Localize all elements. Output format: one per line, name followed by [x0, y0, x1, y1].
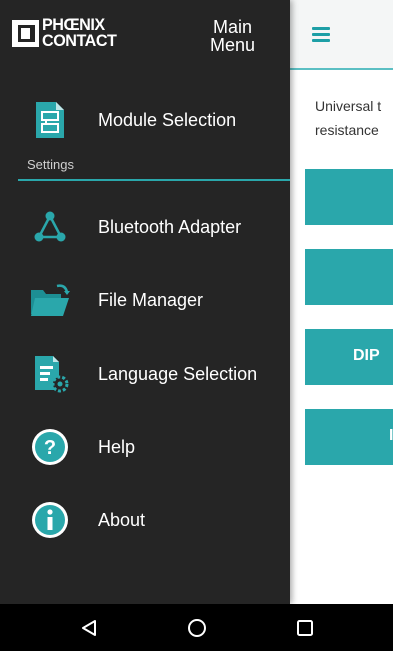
- drawer-title: Main Menu: [210, 18, 255, 54]
- navigation-drawer: PHŒNIX CONTACT Main Menu Module Selectio…: [0, 0, 290, 604]
- app-button-4-label: I: [389, 427, 393, 444]
- app-button-2[interactable]: [305, 249, 393, 305]
- info-icon: [28, 498, 72, 542]
- menu-item-label: Bluetooth Adapter: [98, 216, 242, 237]
- back-icon[interactable]: [77, 616, 101, 640]
- screen: Universal t resistance DIP I PHŒNIX CONT…: [0, 0, 393, 651]
- logo-mark-icon: [12, 19, 39, 47]
- drawer-title-line1: Main: [212, 17, 252, 37]
- svg-text:?: ?: [44, 437, 56, 459]
- logo-text: PHŒNIX CONTACT: [42, 16, 117, 50]
- folder-icon: [28, 278, 72, 322]
- menu-item-label: Language Selection: [98, 363, 258, 384]
- app-description-line1: Universal t: [315, 98, 382, 114]
- app-button-4[interactable]: I: [305, 409, 393, 465]
- menu-item-help[interactable]: ? Help: [0, 417, 290, 477]
- menu-item-bluetooth-adapter[interactable]: Bluetooth Adapter: [0, 197, 290, 257]
- app-description-line2: resistance: [315, 122, 379, 138]
- settings-section-label: Settings: [27, 157, 74, 172]
- app-button-1[interactable]: [305, 169, 393, 225]
- menu-item-module-selection[interactable]: Module Selection: [0, 90, 290, 150]
- bluetooth-adapter-icon: [28, 205, 72, 249]
- drawer-title-line2: Menu: [209, 35, 255, 55]
- menu-item-language-selection[interactable]: Language Selection: [0, 344, 290, 404]
- section-divider: [18, 179, 290, 181]
- module-icon: [28, 98, 72, 142]
- drawer-header: PHŒNIX CONTACT Main Menu: [0, 0, 290, 70]
- app-toolbar: [290, 0, 393, 70]
- menu-item-file-manager[interactable]: File Manager: [0, 270, 290, 330]
- phoenix-contact-logo: PHŒNIX CONTACT: [12, 16, 120, 50]
- menu-item-label: File Manager: [98, 289, 204, 310]
- logo-line2: CONTACT: [42, 31, 117, 50]
- menu-item-label: About: [98, 509, 146, 530]
- menu-item-label: Help: [98, 436, 136, 457]
- language-selection-icon: [28, 352, 72, 396]
- home-icon[interactable]: [185, 616, 209, 640]
- system-navigation-bar: [0, 604, 393, 651]
- help-icon: ?: [28, 425, 72, 469]
- recents-icon[interactable]: [293, 616, 317, 640]
- app-description: Universal t resistance: [315, 94, 393, 142]
- app-button-dip-label: DIP: [353, 347, 380, 364]
- app-button-dip[interactable]: DIP: [305, 329, 393, 385]
- menu-item-label: Module Selection: [98, 109, 237, 130]
- menu-item-about[interactable]: About: [0, 490, 290, 550]
- hamburger-menu-icon[interactable]: [312, 27, 330, 45]
